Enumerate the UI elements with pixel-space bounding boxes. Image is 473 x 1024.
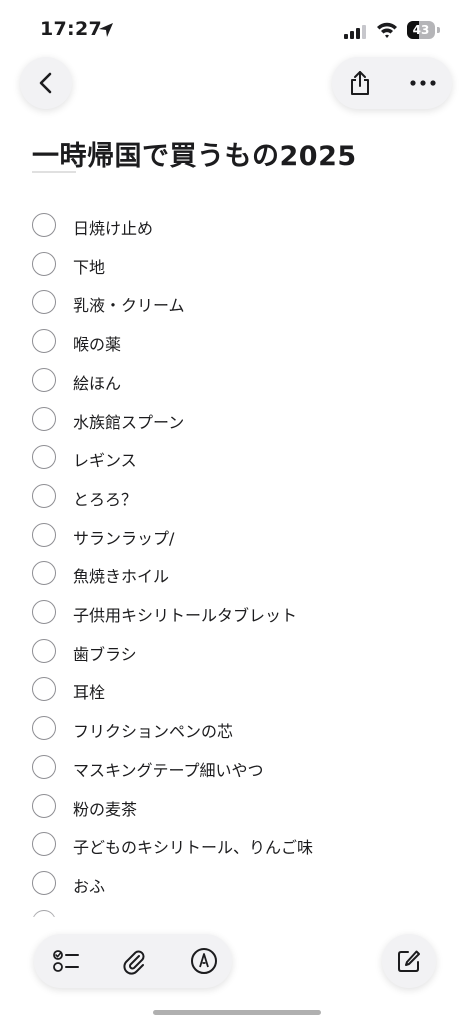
- checkbox-circle-icon[interactable]: [32, 445, 56, 470]
- back-button[interactable]: [20, 57, 72, 109]
- checkbox-circle-icon[interactable]: [32, 600, 56, 624]
- bottom-toolbar: [34, 934, 232, 988]
- checklist-item-label[interactable]: サランラップ/: [73, 525, 174, 549]
- checkbox-circle-icon[interactable]: [32, 793, 56, 818]
- checklist-item-label[interactable]: 喉の薬: [73, 331, 121, 355]
- checklist-item[interactable]: 水族館スプーン: [0, 401, 473, 439]
- checklist-item[interactable]: とろろ？: [0, 478, 473, 516]
- checklist-item[interactable]: 耳栓: [0, 671, 473, 709]
- checkbox-circle-icon[interactable]: [32, 290, 56, 315]
- checklist-item-label[interactable]: 子どものキシリトール、りんご味: [73, 834, 313, 858]
- checklist-item-label[interactable]: 下地: [73, 254, 105, 278]
- checkbox-circle-icon[interactable]: [32, 522, 56, 547]
- checklist-item-label[interactable]: レギンス: [73, 447, 137, 471]
- checkbox-circle-icon[interactable]: [32, 213, 56, 237]
- checklist-item-label[interactable]: フリクションペンの芯: [73, 718, 233, 742]
- checklist-item-label[interactable]: 粉の麦茶: [73, 796, 137, 820]
- checkbox-circle-icon[interactable]: [32, 716, 56, 741]
- checklist-item[interactable]: 粉の麦茶: [0, 788, 473, 826]
- checklist-icon[interactable]: [52, 947, 80, 975]
- status-bar: 17:27 43: [0, 0, 473, 62]
- checklist-item-label[interactable]: 水族館スプーン: [73, 409, 184, 433]
- checkbox-circle-icon[interactable]: [32, 561, 56, 586]
- chevron-left-icon: [39, 72, 52, 94]
- checklist: 日焼け止め下地乳液・クリーム 喉の薬絵ほん水族館スプーン レギンスとろろ？ サランラッ…: [0, 207, 473, 917]
- checklist-item-label[interactable]: 耳栓: [73, 679, 105, 703]
- wifi-icon: [377, 22, 397, 38]
- share-icon[interactable]: [346, 69, 374, 97]
- checkbox-circle-icon[interactable]: [32, 406, 56, 431]
- checklist-item-label[interactable]: 歯ブラシ: [73, 641, 137, 665]
- compose-icon: [398, 950, 420, 972]
- checkbox-circle-icon[interactable]: [32, 754, 56, 779]
- checklist-item[interactable]: 子供用キシリトールタブレット: [0, 594, 473, 632]
- checklist-item-label[interactable]: 乳液・クリーム: [73, 292, 185, 316]
- checklist-item[interactable]: 魚焼きホイル: [0, 555, 473, 593]
- checklist-item[interactable]: おふ: [0, 865, 473, 903]
- checklist-item[interactable]: マスキングテープ細いやつ: [0, 749, 473, 787]
- checklist-item-label[interactable]: とろろ？: [73, 486, 137, 510]
- note-title[interactable]: 一時帰国で買うもの2025: [32, 134, 357, 173]
- checklist-item[interactable]: 子どものキシリトール、りんご味: [0, 826, 473, 864]
- battery-percent: 43: [412, 23, 430, 37]
- checkbox-circle-icon[interactable]: [32, 870, 56, 895]
- location-arrow-icon: [99, 23, 113, 37]
- checklist-item[interactable]: 喉の薬: [0, 323, 473, 361]
- checklist-item-label[interactable]: 絵ほん: [73, 370, 121, 394]
- checklist-item[interactable]: レギンス: [0, 439, 473, 477]
- checklist-item[interactable]: 絵ほん: [0, 362, 473, 400]
- cellular-signal-icon: [344, 25, 366, 39]
- checkbox-circle-icon[interactable]: [32, 329, 56, 354]
- checklist-item[interactable]: フリクションペンの芯: [0, 710, 473, 748]
- checklist-item[interactable]: 下地: [0, 246, 473, 284]
- ellipsis-icon[interactable]: [408, 71, 438, 95]
- checklist-item-label[interactable]: 日焼け止め: [73, 215, 153, 239]
- title-cursor-underline: [32, 171, 76, 173]
- checklist-item-label[interactable]: 子供用キシリトールタブレット: [73, 602, 297, 626]
- pen-markup-icon[interactable]: [190, 947, 218, 975]
- paperclip-icon[interactable]: [120, 947, 148, 975]
- note-actions-group: [332, 57, 452, 109]
- checkbox-circle-icon[interactable]: [32, 367, 56, 392]
- checklist-item[interactable]: 乳液・クリーム: [0, 284, 473, 322]
- battery-indicator: 43: [407, 21, 440, 39]
- compose-button[interactable]: [382, 934, 436, 988]
- checklist-item[interactable]: 歯ブラシ: [0, 633, 473, 671]
- checkbox-circle-icon[interactable]: [32, 677, 56, 702]
- checklist-item-label[interactable]: マスキングテープ細いやつ: [73, 757, 264, 781]
- checklist-item-label[interactable]: 魚焼きホイル: [73, 563, 169, 587]
- checkbox-circle-icon[interactable]: [32, 251, 56, 276]
- checkbox-circle-icon[interactable]: [32, 832, 56, 857]
- status-time: 17:27: [40, 18, 102, 40]
- checkbox-circle-icon[interactable]: [32, 483, 56, 508]
- checklist-item-label[interactable]: おふ: [73, 873, 105, 897]
- checkbox-circle-icon[interactable]: [32, 638, 56, 663]
- checklist-item[interactable]: サランラップ/: [0, 517, 473, 555]
- home-indicator: [153, 1010, 321, 1015]
- scroll-fade: [0, 905, 473, 935]
- checklist-item[interactable]: 日焼け止め: [0, 207, 473, 245]
